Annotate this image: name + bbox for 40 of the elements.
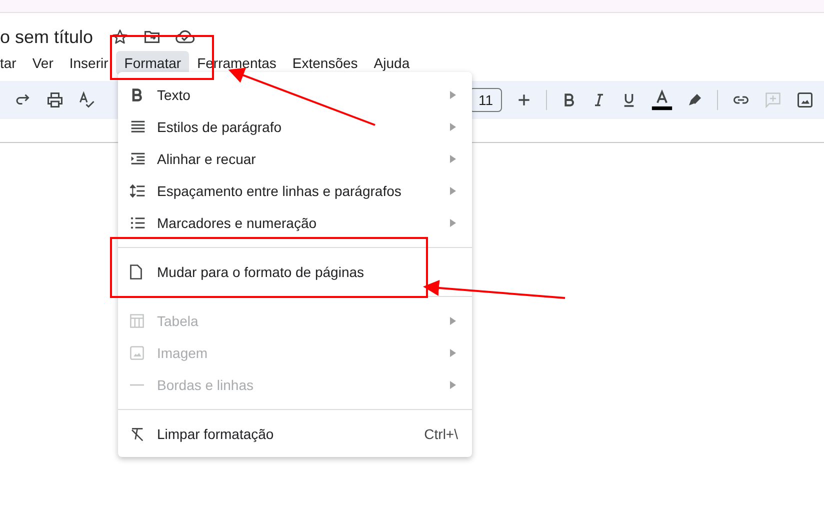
document-title[interactable]: o sem título <box>0 26 94 48</box>
menu-item[interactable]: Texto <box>118 79 472 111</box>
folder-icon[interactable] <box>143 28 162 46</box>
menu-item[interactable]: Limpar formatação Ctrl+\ <box>118 418 472 450</box>
submenu-arrow-icon <box>450 91 456 99</box>
submenu-arrow-icon <box>450 381 456 389</box>
menu-bar-item[interactable]: tar <box>0 51 24 75</box>
menu-item[interactable]: Estilos de parágrafo <box>118 111 472 143</box>
table-icon <box>130 314 144 328</box>
menu-item[interactable]: Marcadores e numeração <box>118 207 472 239</box>
submenu-arrow-icon <box>450 155 456 163</box>
submenu-arrow-icon <box>450 349 456 357</box>
submenu-arrow-icon <box>450 123 456 131</box>
menu-item[interactable]: Alinhar e recuar <box>118 143 472 175</box>
page-icon <box>130 264 142 280</box>
clear-formatting-icon <box>130 427 146 441</box>
submenu-arrow-icon <box>450 317 456 325</box>
menu-bar-item[interactable]: Ver <box>24 51 62 75</box>
bold-icon <box>130 88 144 102</box>
plus-icon[interactable] <box>516 92 532 108</box>
submenu-arrow-icon <box>450 187 456 195</box>
indent-icon <box>130 152 146 166</box>
spellcheck-icon[interactable] <box>78 91 96 109</box>
menu-item[interactable]: Mudar para o formato de páginas <box>118 256 472 288</box>
list-icon <box>130 216 146 230</box>
line-icon <box>130 383 144 387</box>
image-icon <box>130 346 144 360</box>
menu-bar-item[interactable]: Ajuda <box>366 51 418 75</box>
menu-bar-item[interactable]: Extensões <box>284 51 366 75</box>
cloud-check-icon[interactable] <box>175 28 196 46</box>
star-icon[interactable] <box>111 28 130 46</box>
print-icon[interactable] <box>46 91 64 109</box>
menu-item[interactable]: Espaçamento entre linhas e parágrafos <box>118 175 472 207</box>
text-color-icon[interactable] <box>651 89 673 111</box>
highlighter-icon[interactable] <box>687 92 703 108</box>
image-icon[interactable] <box>796 91 814 109</box>
lines-icon <box>130 120 146 134</box>
line-spacing-icon <box>130 184 146 198</box>
submenu-arrow-icon <box>450 219 456 227</box>
menu-bar-item[interactable]: Inserir <box>61 51 116 75</box>
